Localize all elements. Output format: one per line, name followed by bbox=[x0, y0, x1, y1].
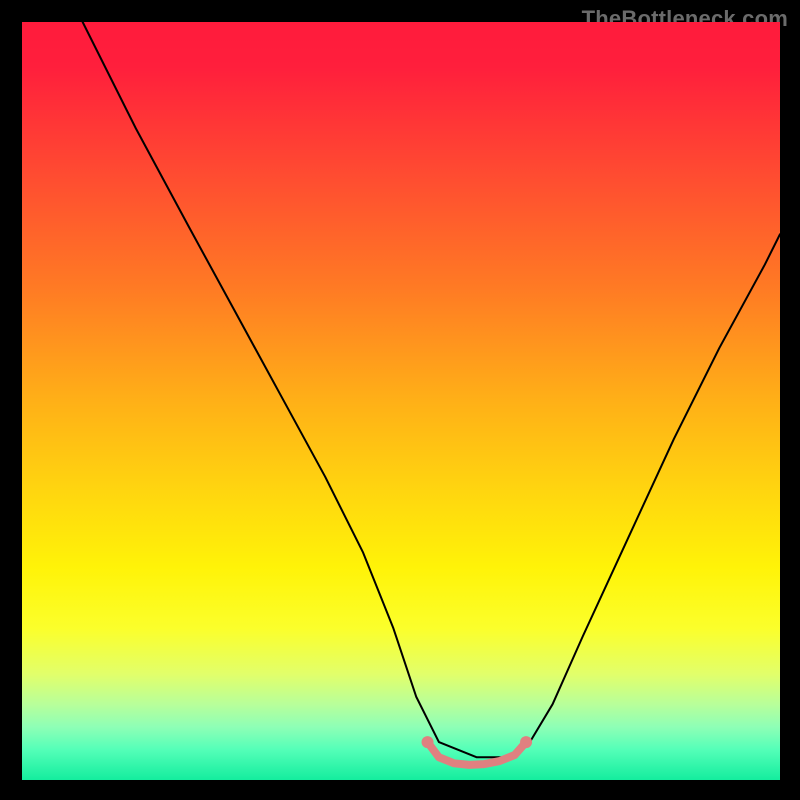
chart-plot bbox=[22, 22, 780, 780]
series-optimal-marker-dot bbox=[422, 736, 434, 748]
chart-frame: TheBottleneck.com bbox=[0, 0, 800, 800]
series-optimal-marker-dot bbox=[520, 736, 532, 748]
chart-background bbox=[22, 22, 780, 780]
